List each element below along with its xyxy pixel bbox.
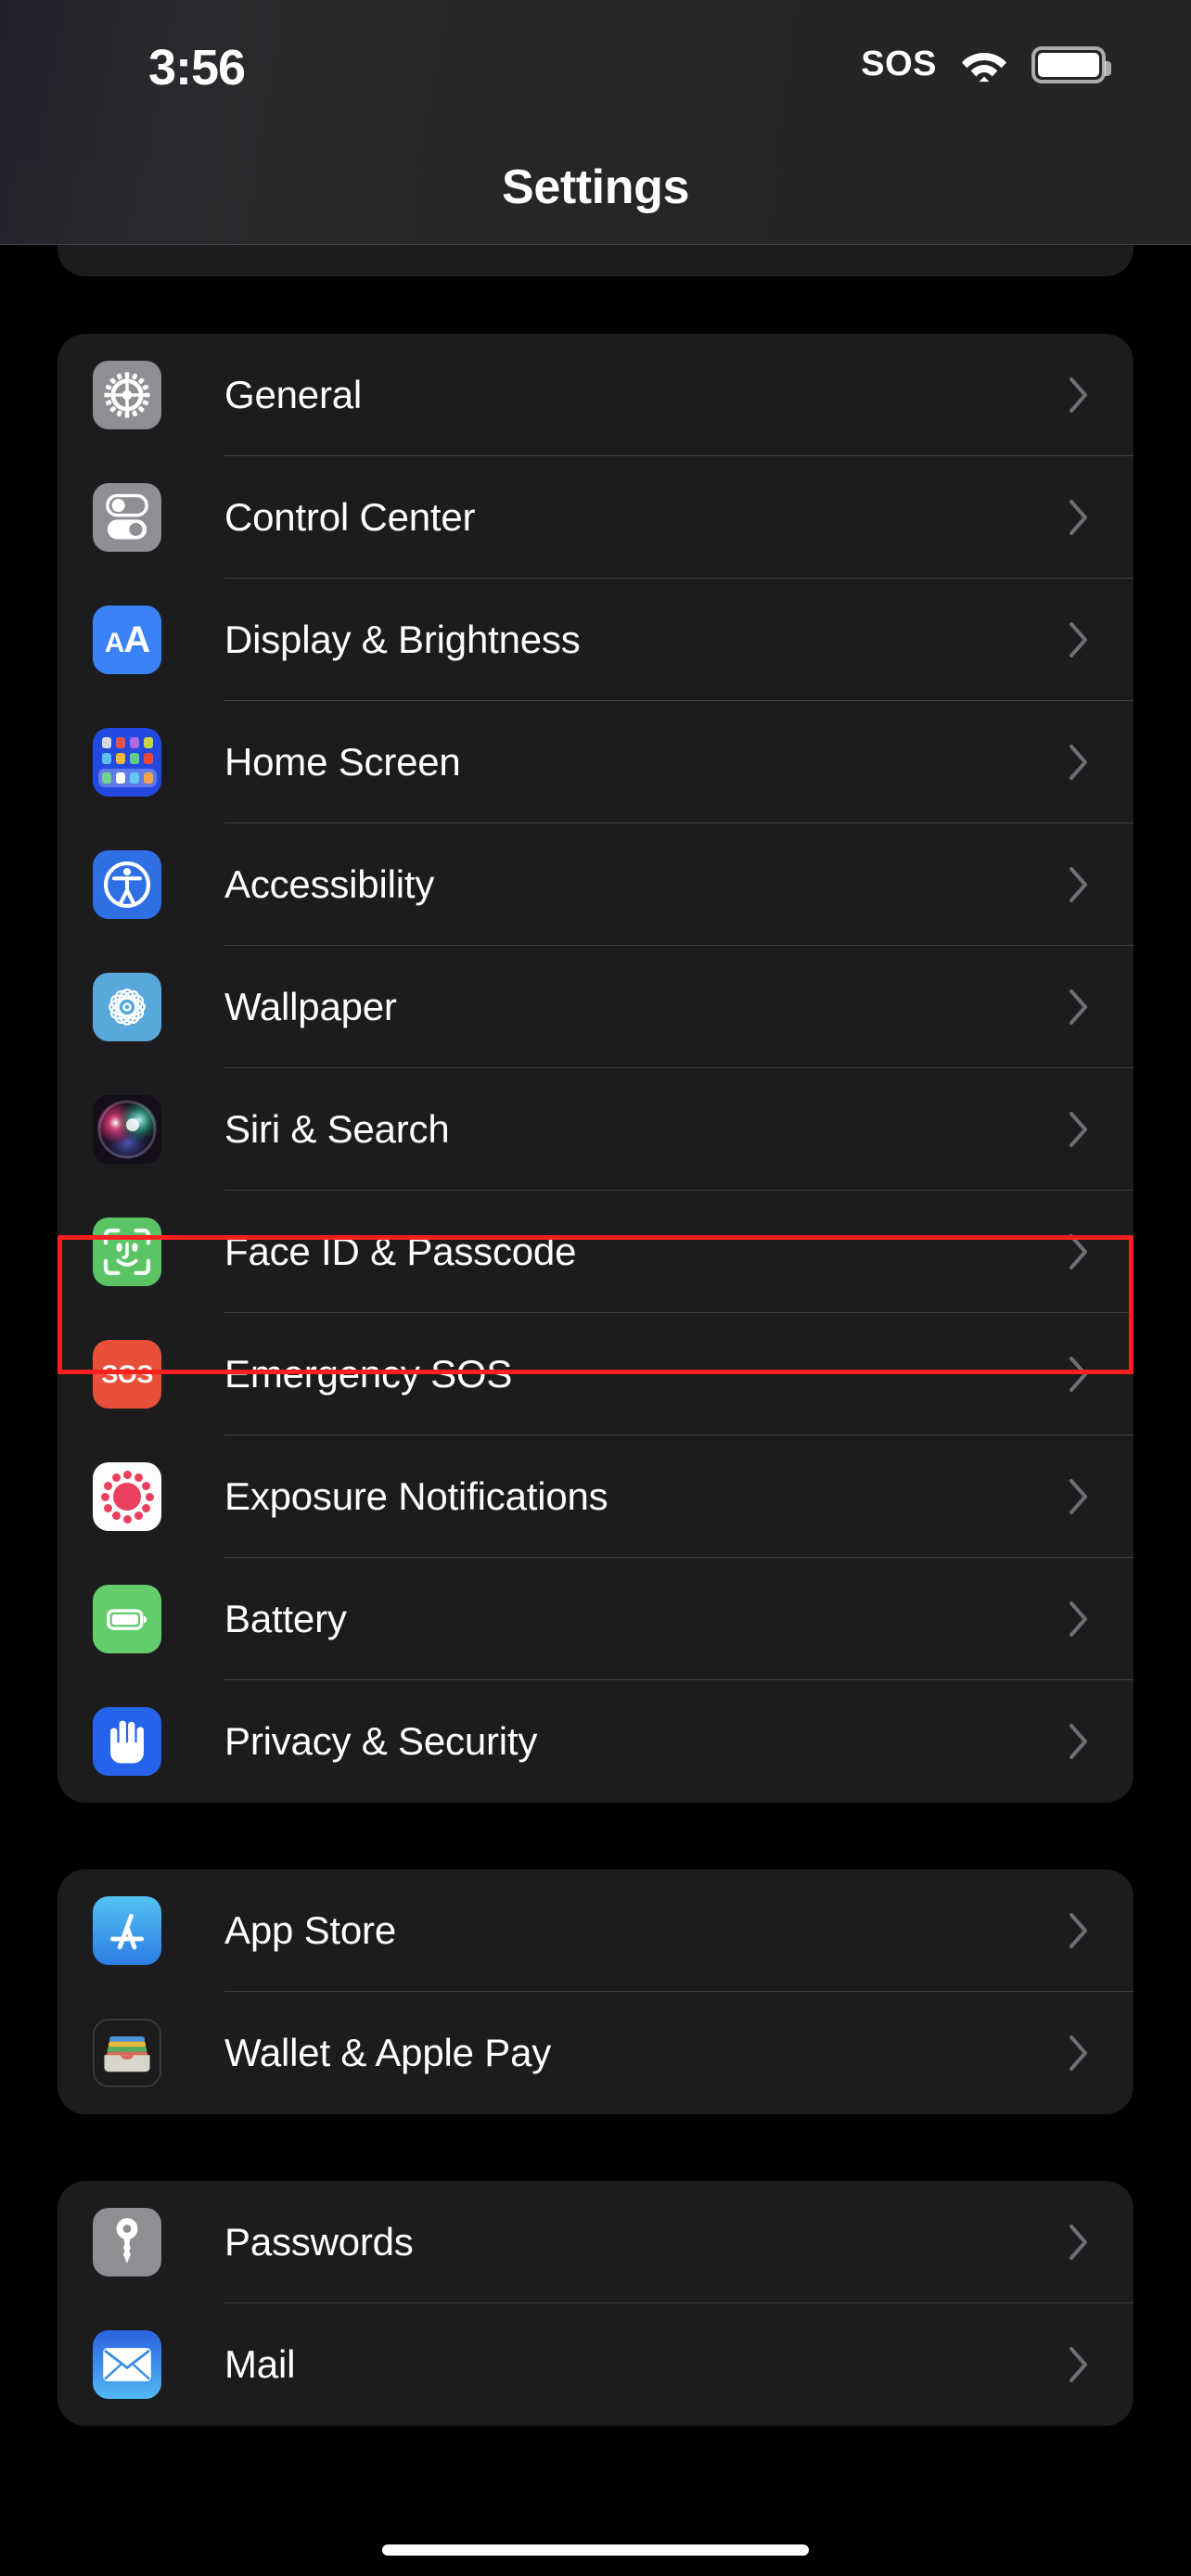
settings-row-control-center[interactable]: Control Center — [58, 456, 1133, 579]
settings-row-label: Battery — [224, 1597, 347, 1640]
exposure-dots-icon — [93, 1462, 161, 1531]
page-title: Settings — [502, 160, 689, 214]
chevron-right-icon — [1069, 1356, 1089, 1393]
settings-row-home-screen[interactable]: Home Screen — [58, 701, 1133, 823]
chevron-right-icon — [1069, 499, 1089, 536]
settings-row-general[interactable]: General — [58, 334, 1133, 456]
chevron-right-icon — [1069, 1233, 1089, 1270]
settings-row-mail[interactable]: Mail — [58, 2303, 1133, 2426]
accessibility-icon — [93, 850, 161, 919]
settings-row-face-id-passcode[interactable]: Face ID & Passcode — [58, 1191, 1133, 1313]
settings-row-privacy-security[interactable]: Privacy & Security — [58, 1680, 1133, 1803]
wifi-icon — [961, 47, 1007, 83]
siri-orb-icon — [93, 1095, 161, 1164]
settings-row-siri-search[interactable]: Siri & Search — [58, 1068, 1133, 1191]
settings-row-wallet-apple-pay[interactable]: Wallet & Apple Pay — [58, 1992, 1133, 2114]
settings-row-label: Exposure Notifications — [224, 1474, 608, 1518]
toggles-icon — [93, 483, 161, 552]
settings-row-label: Control Center — [224, 495, 476, 539]
envelope-icon — [93, 2330, 161, 2399]
settings-row-display-brightness[interactable]: AA Display & Brightness — [58, 579, 1133, 701]
app-grid-icon — [93, 728, 161, 797]
status-bar-time: 3:56 — [148, 40, 246, 96]
settings-row-label: Display & Brightness — [224, 618, 581, 661]
chevron-right-icon — [1069, 1912, 1089, 1949]
chevron-right-icon — [1069, 2224, 1089, 2261]
group-accounts: Passwords Mail — [58, 2181, 1133, 2426]
settings-row-label: Privacy & Security — [224, 1719, 538, 1763]
face-id-icon — [93, 1218, 161, 1286]
home-indicator[interactable] — [382, 2544, 809, 2556]
settings-row-battery[interactable]: Battery — [58, 1558, 1133, 1680]
key-icon — [93, 2208, 161, 2276]
sos-icon: SOS — [93, 1340, 161, 1409]
settings-row-wallpaper[interactable]: Wallpaper — [58, 946, 1133, 1068]
chevron-right-icon — [1069, 1478, 1089, 1515]
chevron-right-icon — [1069, 376, 1089, 414]
hand-raised-icon — [93, 1707, 161, 1776]
group-clipped-above — [58, 245, 1133, 276]
sos-status-label: SOS — [861, 45, 937, 83]
settings-row-label: Passwords — [224, 2220, 414, 2264]
settings-row-label: App Store — [224, 1908, 396, 1952]
chevron-right-icon — [1069, 1723, 1089, 1760]
chevron-right-icon — [1069, 2034, 1089, 2072]
settings-row-label: General — [224, 373, 363, 416]
status-bar-indicators: SOS — [861, 45, 1111, 84]
chevron-right-icon — [1069, 1111, 1089, 1148]
gear-icon — [93, 361, 161, 429]
settings-row-exposure-notifications[interactable]: Exposure Notifications — [58, 1435, 1133, 1558]
settings-row-app-store[interactable]: App Store — [58, 1869, 1133, 1992]
settings-row-emergency-sos[interactable]: SOS Emergency SOS — [58, 1313, 1133, 1435]
chevron-right-icon — [1069, 744, 1089, 781]
flower-pattern-icon — [93, 973, 161, 1041]
chevron-right-icon — [1069, 621, 1089, 658]
battery-full-icon — [1031, 45, 1111, 83]
settings-row-accessibility[interactable]: Accessibility — [58, 823, 1133, 946]
group-store: App Store Wallet & Apple Pay — [58, 1869, 1133, 2114]
settings-row-passwords[interactable]: Passwords — [58, 2181, 1133, 2303]
chevron-right-icon — [1069, 2346, 1089, 2383]
chevron-right-icon — [1069, 1600, 1089, 1638]
text-size-aa-icon: AA — [93, 606, 161, 674]
wallet-icon — [93, 2019, 161, 2087]
settings-row-label: Home Screen — [224, 740, 461, 784]
settings-row-label: Emergency SOS — [224, 1352, 513, 1396]
battery-icon — [93, 1585, 161, 1653]
settings-row-label: Face ID & Passcode — [224, 1230, 577, 1273]
settings-list[interactable]: General Control Center AA Display & Brightn… — [0, 245, 1191, 2426]
settings-row-label: Wallpaper — [224, 985, 397, 1028]
settings-row-label: Mail — [224, 2342, 296, 2386]
chevron-right-icon — [1069, 988, 1089, 1026]
settings-row-label: Siri & Search — [224, 1107, 450, 1151]
group-main: General Control Center AA Display & Brightn… — [58, 334, 1133, 1803]
app-store-icon — [93, 1896, 161, 1965]
settings-row-label: Wallet & Apple Pay — [224, 2031, 552, 2074]
status-bar: 3:56 SOS — [0, 0, 1191, 167]
settings-row-label: Accessibility — [224, 862, 435, 906]
settings-screen: 3:56 SOS Settings General Control Center A… — [0, 0, 1191, 2576]
chevron-right-icon — [1069, 866, 1089, 903]
